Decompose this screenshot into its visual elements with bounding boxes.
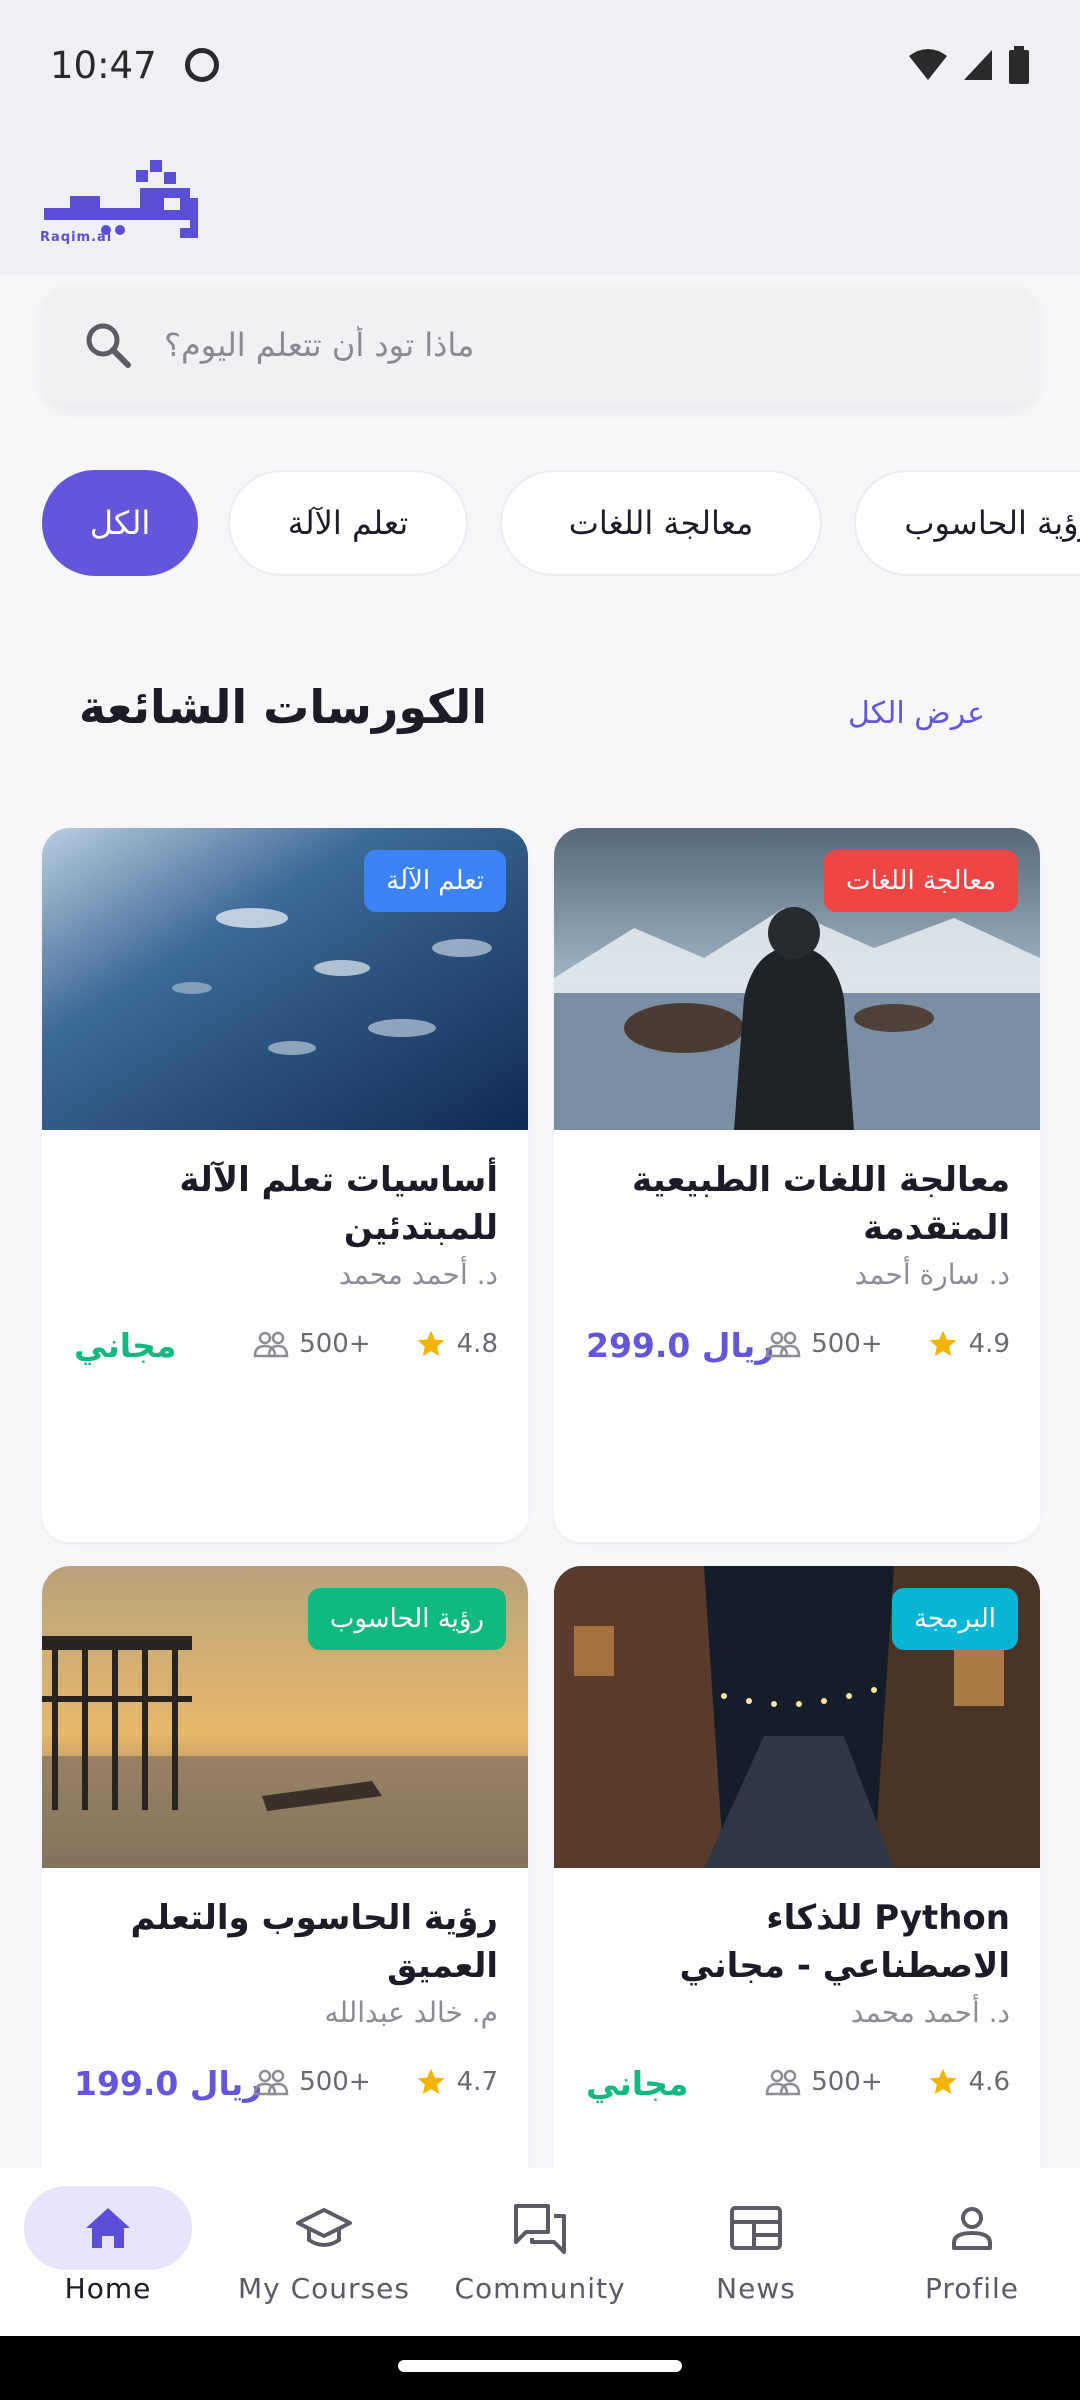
status-bar: 10:47 [0,0,1080,130]
course-rating: 4.7 [456,2067,498,2097]
course-rating: 4.6 [968,2067,1010,2097]
course-meta: 500+ 4.6 [765,2066,1010,2098]
wifi-icon [909,49,947,80]
logo-text: Raqim.ai [40,230,113,245]
course-category-badge: معالجة اللغات [824,850,1018,912]
section-title: الكورسات الشائعة [78,680,487,734]
nav-label: Home [64,2272,152,2305]
course-meta: 500+ 4.7 [253,2066,498,2098]
students-icon [765,2069,801,2096]
course-card[interactable]: تعلم الآلة أساسيات تعلم الآلة للمبتدئين … [42,828,528,1542]
status-icons [908,46,1030,84]
students-count: 500+ [299,1329,371,1359]
nav-item-profile[interactable]: Profile [864,2168,1080,2336]
course-price: مجاني [586,2064,689,2103]
course-category-badge: رؤية الحاسوب [307,1588,506,1650]
search-icon [86,323,131,368]
person-icon [952,2207,992,2250]
students-count: 500+ [299,2067,371,2097]
graduation-cap-icon [296,2208,352,2247]
status-time: 10:47 [50,43,157,87]
nav-label: Community [454,2272,626,2305]
course-meta: 500+ 4.8 [253,1328,498,1360]
course-rating: 4.8 [456,1329,498,1359]
view-all-link[interactable]: عرض الكل [848,696,985,731]
course-title: معالجة اللغات الطبيعية المتقدمة [632,1160,1010,1248]
students-count: 500+ [811,1329,883,1359]
course-card[interactable]: معالجة اللغات معالجة اللغات الطبيعية الم… [554,828,1040,1542]
nav-item-news[interactable]: News [648,2168,864,2336]
bottom-navigation: Home My Courses Community News Profile [0,2168,1080,2336]
nav-label: My Courses [238,2272,410,2305]
nav-item-community[interactable]: Community [432,2168,648,2336]
students-icon [253,1331,289,1358]
category-chip-machine-learning[interactable]: تعلم الآلة [228,470,468,576]
star-icon [929,2068,956,2094]
system-gesture-area [0,2336,1080,2400]
course-title: أساسيات تعلم الآلة للمبتدئين [179,1160,498,1248]
category-chip-computer-vision[interactable]: رؤية الحاسوب [854,470,1080,576]
nav-item-my-courses[interactable]: My Courses [216,2168,432,2336]
cellular-signal-icon [964,50,992,80]
course-title: Python للذكاء الاصطناعي - مجاني [679,1898,1011,1986]
search-input[interactable] [164,326,998,364]
course-instructor: د. أحمد محمد [850,1996,1010,2029]
nav-label: Profile [924,2272,1020,2305]
course-title: رؤية الحاسوب والتعلم العميق [130,1898,498,1986]
battery-icon [1009,46,1029,84]
chat-bubbles-icon [514,2204,566,2254]
course-category-badge: تعلم الآلة [364,850,506,912]
category-filter: الكل تعلم الآلة معالجة اللغات رؤية الحاس… [0,470,1080,576]
course-price: 299.0 ريال [586,1326,775,1365]
category-chip-all[interactable]: الكل [42,470,198,576]
course-price: مجاني [74,1326,177,1365]
app-header: Raqim.ai [0,130,1080,275]
course-instructor: د. سارة أحمد [854,1258,1010,1291]
category-chip-nlp[interactable]: معالجة اللغات [500,470,822,576]
home-icon [86,2208,130,2248]
course-rating: 4.9 [968,1329,1010,1359]
search-bar[interactable] [42,285,1038,405]
course-instructor: م. خالد عبدالله [324,1996,498,2029]
nav-item-home[interactable]: Home [0,2168,216,2336]
students-count: 500+ [811,2067,883,2097]
star-icon [929,1330,956,1356]
category-chip-label: معالجة اللغات [568,504,754,542]
gesture-handle[interactable] [398,2360,682,2372]
newspaper-icon [730,2206,782,2250]
category-chip-label: الكل [89,504,151,542]
course-category-badge: البرمجة [892,1588,1018,1650]
star-icon [417,1330,444,1356]
category-chip-label: تعلم الآلة [287,504,409,542]
course-instructor: د. أحمد محمد [338,1258,498,1291]
star-icon [417,2068,444,2094]
course-price: 199.0 ريال [74,2064,263,2103]
category-chip-label: رؤية الحاسوب [904,504,1080,542]
course-meta: 500+ 4.9 [765,1328,1010,1360]
app-notification-icon [184,48,219,82]
nav-label: News [716,2272,796,2305]
students-icon [253,2069,289,2096]
students-icon [765,1331,801,1358]
